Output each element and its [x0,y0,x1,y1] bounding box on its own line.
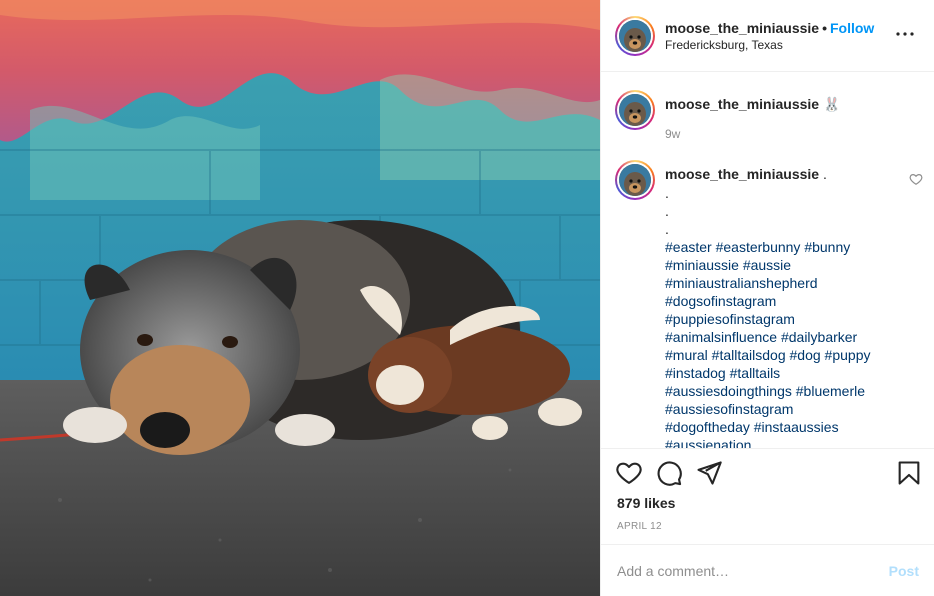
hashtag-line[interactable]: #dogoftheday #instaaussies [665,418,915,436]
dog-avatar-icon [619,164,651,196]
post-button[interactable]: Post [889,563,919,579]
caption-username[interactable]: moose_the_miniaussie [665,166,819,182]
post-details-panel: moose_the_miniaussie • Follow Fredericksbu… [600,0,934,596]
caption-dot: . [665,203,669,219]
hashtag-line[interactable]: #animalsinfluence #dailybarker [665,328,915,346]
post-header: moose_the_miniaussie • Follow Fredericksbu… [601,0,934,72]
caption-first-text: . [822,166,827,182]
caption-dot: . [665,221,669,237]
hashtag-line[interactable]: #mural #talltailsdog #dog #puppy [665,346,915,364]
avatar[interactable] [615,16,655,56]
caption-header-line: moose_the_miniaussie . [665,166,827,182]
action-bar: 879 likes APRIL 12 [601,448,934,544]
hashtag-line[interactable]: #miniaussie #aussie [665,256,915,274]
dog-avatar-icon [619,20,651,52]
hashtag-line[interactable]: #puppiesofinstagram [665,310,915,328]
hashtag-line[interactable]: #aussiesdoingthings #bluemerle [665,382,915,400]
post-photo[interactable] [0,0,600,596]
hashtag-line[interactable]: #aussiesofinstagram [665,400,915,418]
caption-body: . . . #easter #easterbunny #bunny #minia… [665,184,915,448]
header-user-line: moose_the_miniaussie • Follow [665,20,874,36]
separator-dot: • [822,20,827,36]
caption-dot: . [665,185,669,201]
share-icon[interactable] [695,459,723,487]
location-link[interactable]: Fredericksburg, Texas [665,38,783,52]
comment-line: moose_the_miniaussie 🐰 [665,96,840,113]
dog-avatar-icon [619,94,651,126]
comments-section[interactable]: moose_the_miniaussie 🐰 9w moose_the_mini… [601,72,934,448]
post-date[interactable]: APRIL 12 [617,521,662,532]
rabbit-emoji: 🐰 [822,96,841,112]
comment-avatar[interactable] [615,90,655,130]
hashtag-line[interactable]: #easter #easterbunny #bunny [665,238,915,256]
likes-count[interactable]: 879 likes [617,495,675,511]
follow-button[interactable]: Follow [830,20,874,36]
more-horizontal-icon[interactable] [893,22,917,46]
comment-timestamp[interactable]: 9w [665,127,680,141]
hashtag-line[interactable]: #aussienation [665,436,915,448]
comment-username[interactable]: moose_the_miniaussie [665,96,819,112]
hashtag-line[interactable]: #miniaustralianshepherd [665,274,915,292]
hashtag-list: #easter #easterbunny #bunny #miniaussie … [665,238,915,448]
heart-icon[interactable] [615,459,643,487]
caption-avatar[interactable] [615,160,655,200]
dog-photo-image [0,0,600,596]
hashtag-line[interactable]: #instadog #talltails [665,364,915,382]
header-username[interactable]: moose_the_miniaussie [665,20,819,36]
bookmark-icon[interactable] [895,459,923,487]
comment-icon[interactable] [655,459,683,487]
add-comment-bar: Post [601,544,934,596]
comment-input[interactable] [617,559,857,583]
hashtag-line[interactable]: #dogsofinstagram [665,292,915,310]
